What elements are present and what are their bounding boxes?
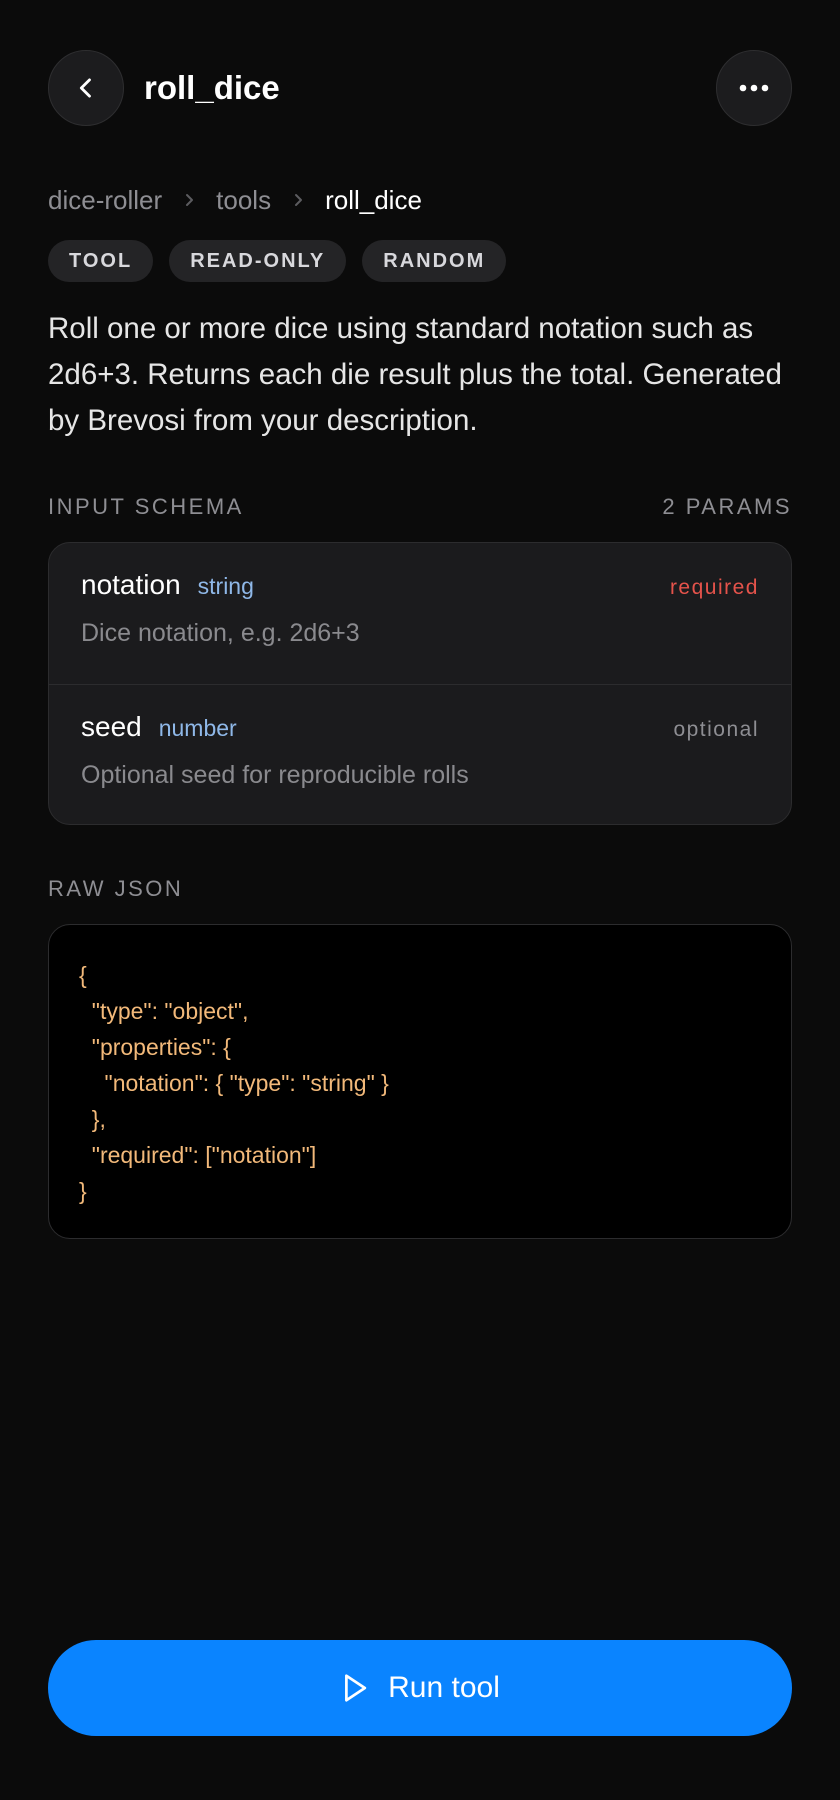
tool-description: Roll one or more dice using standard not… — [48, 312, 782, 437]
page-title: roll_dice — [144, 69, 280, 106]
tag-random: RANDOM — [362, 240, 507, 282]
param-type: string — [197, 573, 254, 599]
param-row-seed: seed number optional Optional seed for r… — [49, 684, 791, 824]
param-name: seed — [81, 711, 142, 742]
back-button[interactable] — [48, 50, 124, 126]
required-badge: required — [669, 576, 759, 599]
breadcrumb-item-current: roll_dice — [325, 185, 422, 215]
param-description: Dice notation, e.g. 2d6+3 — [81, 619, 360, 647]
code-line: "properties": { — [79, 1034, 231, 1060]
optional-badge: optional — [673, 718, 759, 741]
code-line: } — [79, 1178, 87, 1204]
param-count: 2 PARAMS — [662, 494, 792, 519]
header: roll_dice — [48, 50, 792, 126]
param-row-notation: notation string required Dice notation, … — [49, 543, 791, 684]
tag-tool: TOOL — [48, 240, 154, 282]
breadcrumb: dice-roller tools roll_dice — [48, 180, 422, 220]
code-line: }, — [79, 1106, 106, 1132]
play-icon — [345, 1674, 367, 1702]
tool-detail-page: roll_dice dice-roller tools roll_dice TO… — [0, 0, 840, 1800]
tag-list: TOOL READ-ONLY RANDOM — [48, 240, 507, 282]
breadcrumb-item-dice-roller[interactable]: dice-roller — [48, 180, 162, 220]
code-line: "type": "object", — [79, 998, 249, 1024]
code-line: { — [79, 962, 87, 988]
raw-json-label: RAW JSON — [48, 876, 184, 901]
more-horizontal-icon — [739, 84, 769, 92]
chevron-left-icon — [79, 78, 91, 98]
chevron-right-icon — [271, 192, 325, 208]
input-schema-card: notation string required Dice notation, … — [48, 542, 792, 825]
run-tool-label: Run tool — [388, 1671, 500, 1704]
more-options-button[interactable] — [716, 50, 792, 126]
param-description: Optional seed for reproducible rolls — [81, 761, 469, 789]
run-tool-button[interactable]: Run tool — [48, 1640, 792, 1736]
raw-json-code-block[interactable]: { "type": "object", "properties": { "not… — [48, 924, 792, 1239]
code-line: "notation": { "type": "string" } — [79, 1070, 389, 1096]
param-name: notation — [81, 569, 181, 600]
tag-read-only: READ-ONLY — [169, 240, 347, 282]
param-type: number — [158, 715, 237, 741]
chevron-right-icon — [162, 192, 216, 208]
input-schema-label: INPUT SCHEMA — [48, 494, 244, 519]
breadcrumb-item-tools[interactable]: tools — [216, 180, 271, 220]
code-line: "required": ["notation"] — [79, 1142, 317, 1168]
